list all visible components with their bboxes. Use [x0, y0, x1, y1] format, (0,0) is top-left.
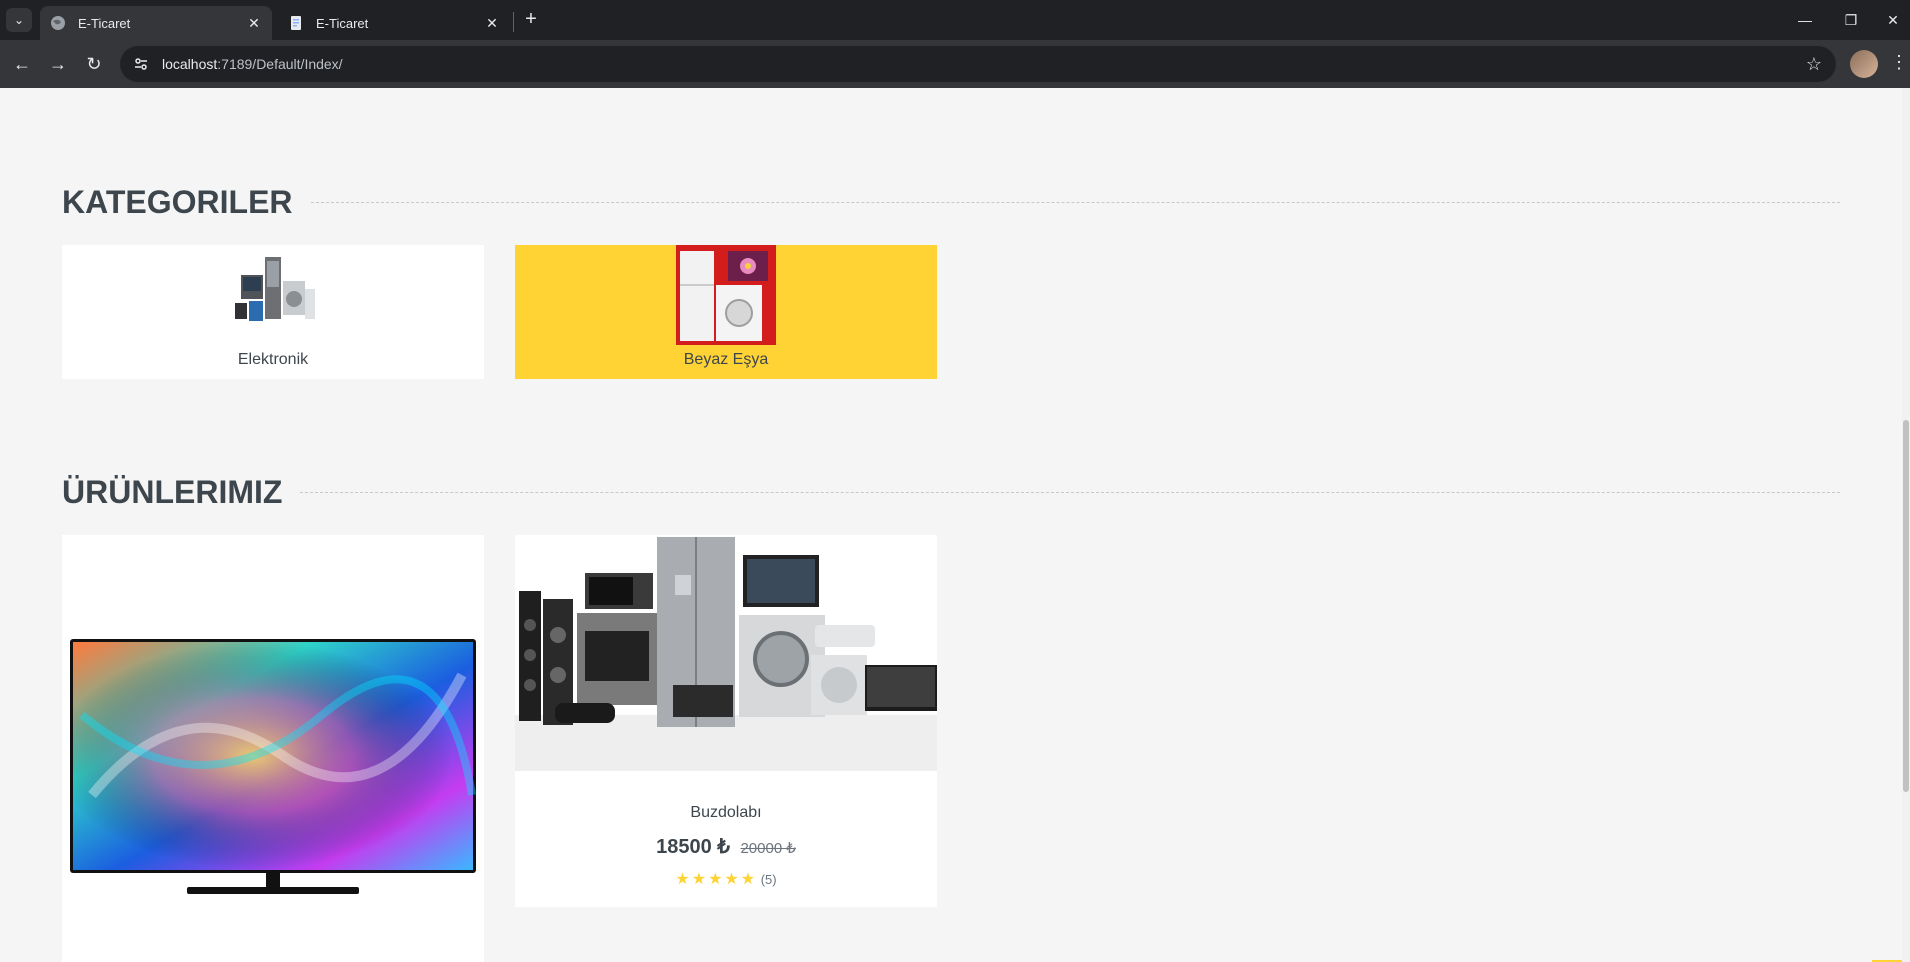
heading-dashed-rule: [300, 492, 1840, 493]
categories-heading: KATEGORILER: [62, 184, 1840, 221]
new-tab-plus-icon[interactable]: +: [520, 9, 542, 31]
category-card-elektronik[interactable]: Elektronik: [62, 245, 484, 379]
categories-title: KATEGORILER: [62, 184, 293, 220]
review-count: (5): [760, 872, 777, 887]
browser-toolbar: ← → ↻ localhost:7189/Default/Index/ ☆ ⋮: [0, 40, 1910, 88]
price-row: 18500 ₺ 20000 ₺: [515, 834, 937, 859]
appliances-group-image: [515, 535, 937, 771]
profile-avatar[interactable]: [1850, 50, 1878, 78]
page-viewport: KATEGORILER Elektronik Beyaz Eşya ÜRÜNLE…: [0, 88, 1910, 962]
product-rating: ★★★★★ (5): [515, 869, 937, 889]
close-window-icon[interactable]: ✕: [1878, 6, 1908, 34]
product-price: 18500 ₺: [656, 836, 730, 858]
tab-divider: [513, 12, 514, 32]
url-path: :7189/Default/Index/: [217, 56, 343, 72]
product-name: Buzdolabı: [690, 804, 762, 821]
globe-icon: [51, 16, 65, 30]
browser-menu-icon[interactable]: ⋮: [1890, 52, 1908, 76]
products-title: ÜRÜNLERIMIZ: [62, 474, 283, 510]
browser-tabstrip: ⌄ E-Ticaret ✕ E-Ticaret ✕ + — ❐ ✕: [0, 0, 1910, 40]
url-host: localhost: [162, 56, 218, 72]
bookmark-star-icon[interactable]: ☆: [1804, 54, 1824, 74]
tab-title: E-Ticaret: [78, 15, 131, 31]
tab-close-icon[interactable]: ✕: [484, 15, 500, 31]
tab-close-icon[interactable]: ✕: [246, 15, 262, 31]
product-card-buzdolabi[interactable]: Buzdolabı 18500 ₺ 20000 ₺ ★★★★★ (5): [515, 535, 937, 907]
address-bar[interactable]: localhost:7189/Default/Index/ ☆: [120, 46, 1836, 82]
tab-title: E-Ticaret: [316, 15, 369, 31]
restore-icon[interactable]: ❐: [1836, 6, 1866, 34]
forward-arrow-icon[interactable]: →: [46, 52, 70, 76]
white-goods-image: [676, 245, 776, 345]
back-arrow-icon[interactable]: ←: [10, 52, 34, 76]
tab-e-ticaret-active[interactable]: E-Ticaret ✕: [40, 6, 272, 40]
category-card-beyaz-esya[interactable]: Beyaz Eşya: [515, 245, 937, 379]
scrollbar-thumb[interactable]: [1903, 420, 1909, 792]
reload-icon[interactable]: ↻: [82, 52, 106, 76]
appliances-image: [235, 257, 315, 321]
product-old-price: 20000 ₺: [740, 840, 796, 857]
product-card-tv[interactable]: [62, 535, 484, 962]
url-text: localhost:7189/Default/Index/: [162, 56, 343, 72]
tab-e-ticaret[interactable]: E-Ticaret ✕: [278, 6, 510, 40]
site-settings-icon[interactable]: [126, 49, 156, 79]
minimize-icon[interactable]: —: [1790, 6, 1820, 34]
page-scrollbar[interactable]: [1902, 88, 1910, 962]
heading-dashed-rule: [310, 202, 1840, 203]
document-icon: [291, 16, 301, 30]
category-name: Beyaz Eşya: [683, 351, 769, 368]
rating-stars-icon: ★★★★★: [675, 871, 758, 888]
products-heading: ÜRÜNLERIMIZ: [62, 474, 1840, 511]
tv-image: [70, 639, 476, 894]
category-name: Elektronik: [237, 351, 309, 368]
tab-search-chevron-icon[interactable]: ⌄: [6, 8, 32, 32]
